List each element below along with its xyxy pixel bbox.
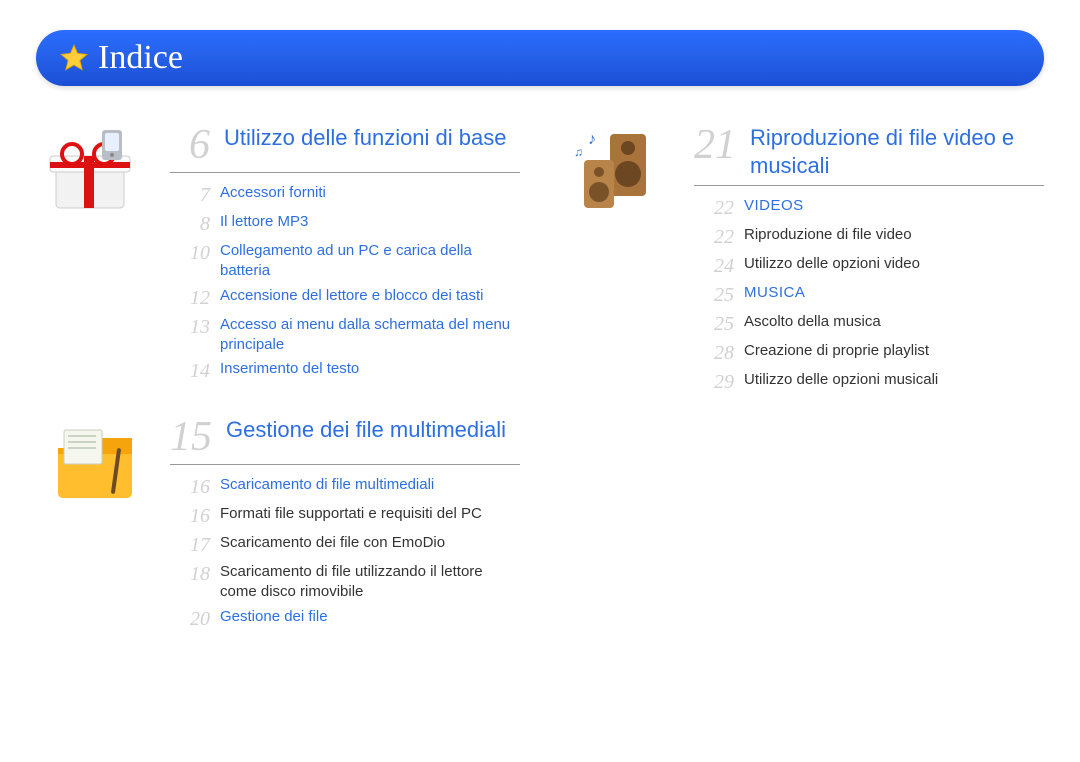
- star-icon: [60, 44, 88, 72]
- section-title: Riproduzione di file video e musicali: [750, 124, 1044, 179]
- toc-block: 6 Utilizzo delle funzioni di base 7 Acces…: [36, 118, 520, 384]
- item-page: 14: [170, 359, 210, 384]
- block-icon-wrap: [36, 118, 156, 216]
- toc-item[interactable]: 22 VIDEOS: [694, 196, 1044, 221]
- item-label: Utilizzo delle opzioni musicali: [744, 370, 1044, 390]
- item-page: 7: [170, 183, 210, 208]
- item-page: 22: [694, 196, 734, 221]
- item-page: 28: [694, 341, 734, 366]
- columns: 6 Utilizzo delle funzioni di base 7 Acces…: [36, 118, 1044, 658]
- item-page: 24: [694, 254, 734, 279]
- toc-item[interactable]: 20 Gestione dei file: [170, 607, 520, 632]
- item-page: 16: [170, 504, 210, 529]
- block-content: 6 Utilizzo delle funzioni di base 7 Acces…: [170, 118, 520, 384]
- item-label: Gestione dei file: [220, 607, 520, 627]
- item-label: Scaricamento di file multimediali: [220, 475, 520, 495]
- speakers-icon: ♪ ♫: [570, 126, 670, 216]
- item-label: Inserimento del testo: [220, 359, 520, 379]
- toc-item[interactable]: 18 Scaricamento di file utilizzando il le…: [170, 562, 520, 603]
- item-list: 7 Accessori forniti 8 Il lettore MP3 10 Col…: [170, 183, 520, 384]
- block-icon-wrap: ♪ ♫: [560, 118, 680, 216]
- block-icon-wrap: [36, 410, 156, 508]
- toc-item[interactable]: 7 Accessori forniti: [170, 183, 520, 208]
- toc-item[interactable]: 13 Accesso ai menu dalla schermata del me…: [170, 315, 520, 356]
- toc-block: ♪ ♫ 21 Riproduzione di file video e musi…: [560, 118, 1044, 395]
- toc-item[interactable]: 25 Ascolto della musica: [694, 312, 1044, 337]
- toc-block: 15 Gestione dei file multimediali 16 Scar…: [36, 410, 520, 632]
- item-list: 16 Scaricamento di file multimediali 16 Fo…: [170, 475, 520, 632]
- item-page: 18: [170, 562, 210, 587]
- section-title: Utilizzo delle funzioni di base: [224, 124, 520, 152]
- toc-item[interactable]: 14 Inserimento del testo: [170, 359, 520, 384]
- item-page: 16: [170, 475, 210, 500]
- section-number: 21: [694, 124, 736, 166]
- toc-item[interactable]: 16 Scaricamento di file multimediali: [170, 475, 520, 500]
- folder-icon: [46, 418, 146, 508]
- block-content: 21 Riproduzione di file video e musicali…: [694, 118, 1044, 395]
- item-label: Accesso ai menu dalla schermata del menu…: [220, 315, 520, 356]
- block-content: 15 Gestione dei file multimediali 16 Scar…: [170, 410, 520, 632]
- section-number: 6: [170, 124, 210, 166]
- toc-item[interactable]: 8 Il lettore MP3: [170, 212, 520, 237]
- item-label: Scaricamento di file utilizzando il lett…: [220, 562, 520, 603]
- toc-item[interactable]: 24 Utilizzo delle opzioni video: [694, 254, 1044, 279]
- section-title: Gestione dei file multimediali: [226, 416, 520, 444]
- item-label: Il lettore MP3: [220, 212, 520, 232]
- toc-item[interactable]: 29 Utilizzo delle opzioni musicali: [694, 370, 1044, 395]
- item-page: 20: [170, 607, 210, 632]
- item-page: 22: [694, 225, 734, 250]
- page: Indice: [0, 0, 1080, 762]
- item-page: 29: [694, 370, 734, 395]
- item-page: 10: [170, 241, 210, 266]
- gift-icon: [46, 126, 146, 216]
- item-page: 25: [694, 312, 734, 337]
- item-label: Formati file supportati e requisiti del …: [220, 504, 520, 524]
- item-page: 17: [170, 533, 210, 558]
- header-bar: Indice: [36, 30, 1044, 86]
- item-page: 8: [170, 212, 210, 237]
- svg-text:♪: ♪: [588, 131, 596, 148]
- toc-item[interactable]: 17 Scaricamento dei file con EmoDio: [170, 533, 520, 558]
- column-left: 6 Utilizzo delle funzioni di base 7 Acces…: [36, 118, 520, 658]
- page-title: Indice: [98, 39, 183, 77]
- svg-text:♫: ♫: [574, 145, 583, 159]
- item-label: Accensione del lettore e blocco dei tast…: [220, 286, 520, 306]
- item-label: Collegamento ad un PC e carica della bat…: [220, 241, 520, 282]
- item-label: Scaricamento dei file con EmoDio: [220, 533, 520, 553]
- toc-item[interactable]: 10 Collegamento ad un PC e carica della b…: [170, 241, 520, 282]
- item-label: Utilizzo delle opzioni video: [744, 254, 1044, 274]
- toc-item[interactable]: 22 Riproduzione di file video: [694, 225, 1044, 250]
- item-page: 13: [170, 315, 210, 340]
- section-number: 15: [170, 416, 212, 458]
- section-header[interactable]: 15 Gestione dei file multimediali: [170, 416, 520, 465]
- section-header[interactable]: 6 Utilizzo delle funzioni di base: [170, 124, 520, 173]
- toc-item[interactable]: 28 Creazione di proprie playlist: [694, 341, 1044, 366]
- toc-item[interactable]: 12 Accensione del lettore e blocco dei ta…: [170, 286, 520, 311]
- item-label: MUSICA: [744, 283, 1044, 303]
- item-label: Creazione di proprie playlist: [744, 341, 1044, 361]
- column-right: ♪ ♫ 21 Riproduzione di file video e musi…: [560, 118, 1044, 658]
- item-page: 12: [170, 286, 210, 311]
- toc-item[interactable]: 25 MUSICA: [694, 283, 1044, 308]
- item-label: Ascolto della musica: [744, 312, 1044, 332]
- item-list: 22 VIDEOS 22 Riproduzione di file video 24…: [694, 196, 1044, 395]
- section-header[interactable]: 21 Riproduzione di file video e musicali: [694, 124, 1044, 186]
- item-page: 25: [694, 283, 734, 308]
- item-label: Riproduzione di file video: [744, 225, 1044, 245]
- toc-item[interactable]: 16 Formati file supportati e requisiti de…: [170, 504, 520, 529]
- item-label: Accessori forniti: [220, 183, 520, 203]
- item-label: VIDEOS: [744, 196, 1044, 216]
